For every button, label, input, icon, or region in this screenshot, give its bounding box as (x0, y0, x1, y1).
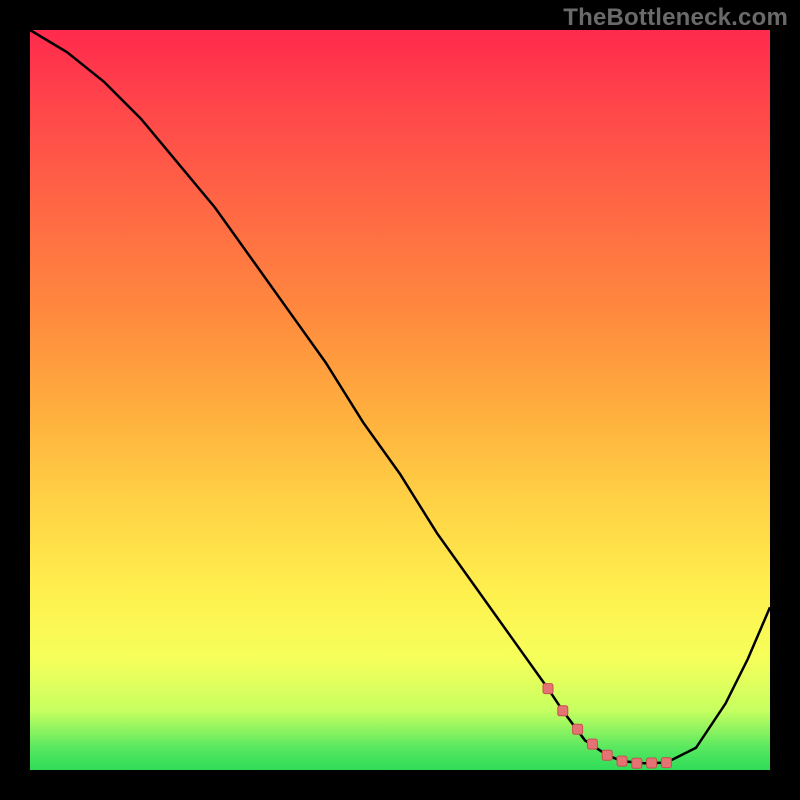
chart-frame: TheBottleneck.com (0, 0, 800, 800)
optimal-marker (617, 756, 627, 766)
marker-group (543, 684, 671, 769)
optimal-range-markers (30, 30, 770, 770)
optimal-marker (587, 739, 597, 749)
optimal-marker (573, 724, 583, 734)
optimal-marker (558, 706, 568, 716)
watermark-text: TheBottleneck.com (563, 4, 788, 32)
optimal-marker (543, 684, 553, 694)
optimal-marker (632, 758, 642, 768)
plot-area (30, 30, 770, 770)
optimal-marker (661, 758, 671, 768)
optimal-marker (647, 758, 657, 768)
optimal-marker (602, 750, 612, 760)
